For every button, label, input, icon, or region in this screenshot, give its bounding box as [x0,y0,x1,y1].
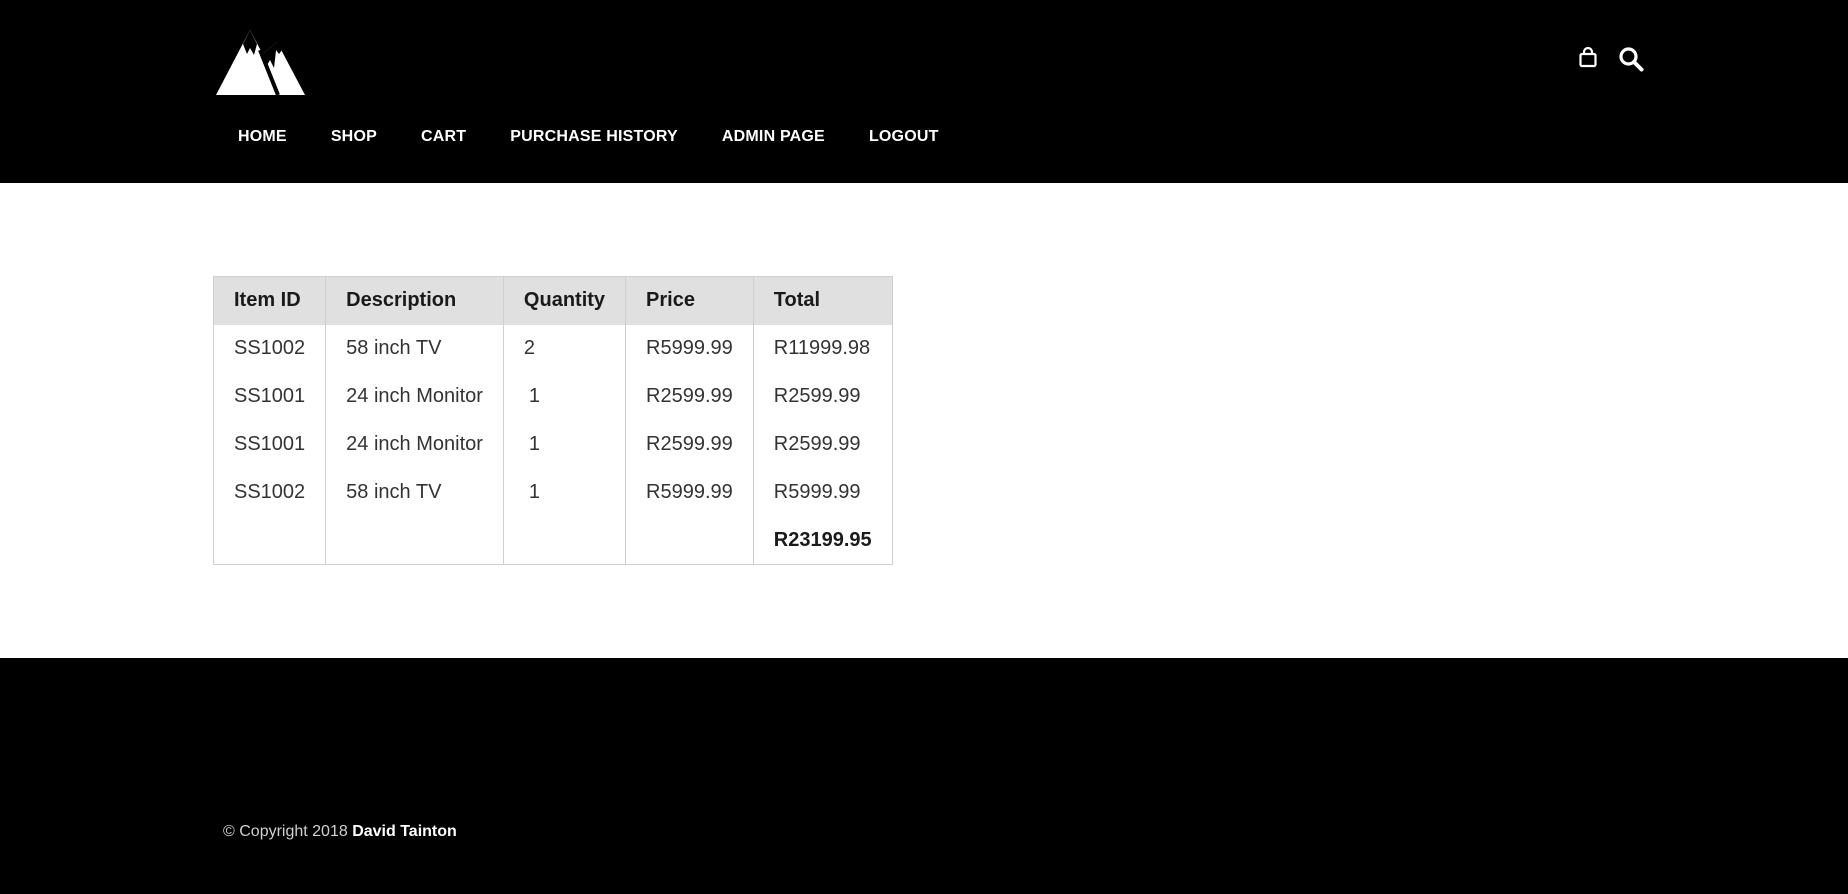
cell-description: 58 inch TV [325,324,504,373]
column-header-price: Price [625,276,754,325]
column-header-description: Description [325,276,504,325]
nav-admin-page[interactable]: ADMIN PAGE [700,124,847,150]
nav-purchase-history[interactable]: PURCHASE HISTORY [488,124,700,150]
table-header-row: Item ID Description Quantity Price Total [213,276,893,325]
table-row: SS1002 58 inch TV 1 R5999.99 R5999.99 [213,468,893,517]
cell-item-id: SS1001 [213,372,327,421]
copyright-text: © Copyright 2018 David Tainton [223,823,457,841]
copyright-author: David Tainton [352,823,457,840]
table-row: SS1001 24 inch Monitor 1 R2599.99 R2599.… [213,420,893,469]
main-nav: HOME SHOP CART PURCHASE HISTORY ADMIN PA… [216,124,961,150]
table-row: SS1002 58 inch TV 2 R5999.99 R11999.98 [213,324,893,373]
cell-total: R2599.99 [773,433,861,455]
empty-cell [213,516,327,565]
nav-logout[interactable]: LOGOUT [847,124,961,150]
site-header: HOME SHOP CART PURCHASE HISTORY ADMIN PA… [0,0,1848,183]
cell-quantity: 1 [503,420,627,469]
cart-table: Item ID Description Quantity Price Total… [213,276,893,565]
nav-home[interactable]: HOME [216,124,309,150]
cell-price: R5999.99 [625,324,754,373]
grand-total-row: R23199.95 [213,516,893,565]
cell-price: R2599.99 [625,372,754,421]
cell-total: R2599.99 [773,385,861,407]
cell-item-id: SS1002 [213,324,327,373]
cell-quantity: 1 [503,372,627,421]
cell-description: 58 inch TV [325,468,504,517]
grand-total: R23199.95 [773,528,872,551]
cell-price: R2599.99 [625,420,754,469]
empty-cell [625,516,754,565]
nav-shop[interactable]: SHOP [309,124,399,150]
search-icon[interactable] [1618,46,1644,72]
column-header-quantity: Quantity [503,276,627,325]
column-header-total: Total [753,276,893,325]
cell-quantity: 2 [503,324,627,373]
table-row: SS1001 24 inch Monitor 1 R2599.99 R2599.… [213,372,893,421]
main-content: Item ID Description Quantity Price Total… [0,183,1848,658]
empty-cell [503,516,627,565]
nav-cart[interactable]: CART [399,124,488,150]
copyright-prefix: © Copyright 2018 [223,823,348,840]
cell-item-id: SS1001 [213,420,327,469]
empty-cell [325,516,504,565]
cell-description: 24 inch Monitor [325,420,504,469]
site-footer: © Copyright 2018 David Tainton [0,658,1848,894]
column-header-item-id: Item ID [213,276,327,325]
cell-description: 24 inch Monitor [325,372,504,421]
cell-price: R5999.99 [625,468,754,517]
cell-total: R11999.98 [773,337,871,359]
mountains-logo-icon[interactable] [216,28,305,95]
shopping-bag-icon[interactable] [1578,46,1598,68]
cell-quantity: 1 [503,468,627,517]
cell-item-id: SS1002 [213,468,327,517]
cell-total: R5999.99 [773,481,861,503]
